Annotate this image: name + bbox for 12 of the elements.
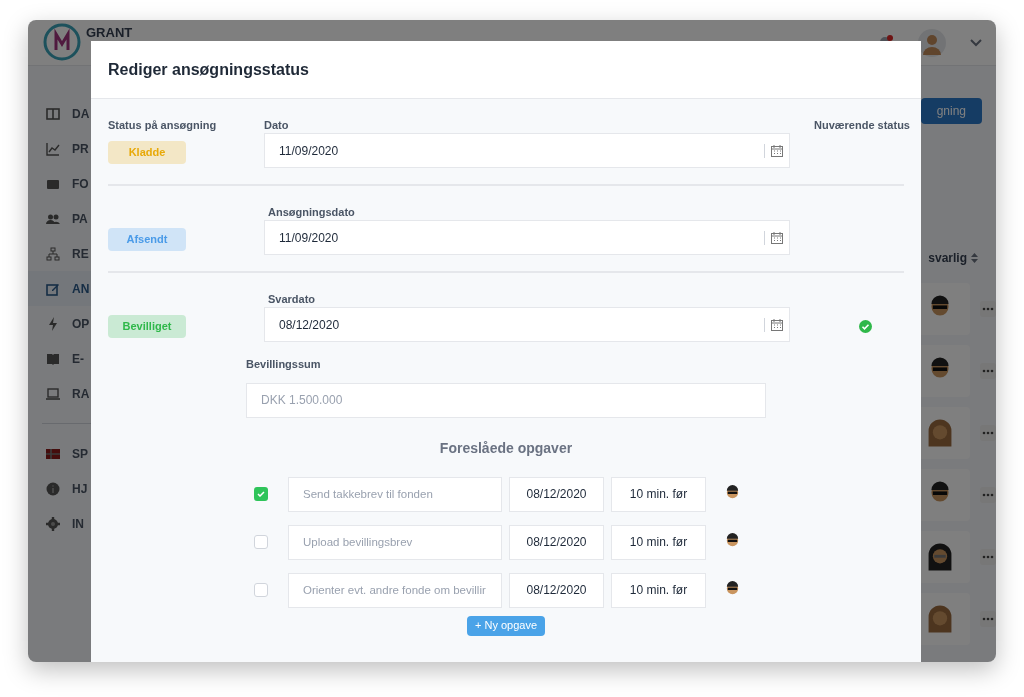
dialog-title: Rediger ansøgningsstatus bbox=[108, 59, 309, 80]
logo-text: GRANT bbox=[86, 26, 133, 39]
status-badge: Kladde bbox=[108, 141, 186, 164]
field-label: Dato bbox=[264, 118, 290, 133]
field-label: Ansøgningsdato bbox=[267, 205, 356, 220]
field-label: Svardato bbox=[267, 292, 317, 307]
field-label: Bevillingssum bbox=[246, 357, 322, 372]
status-badge: Bevilliget bbox=[108, 315, 186, 338]
section-title: Foreslåede opgaver bbox=[438, 438, 574, 458]
column-header: Status på ansøgning bbox=[108, 118, 218, 133]
column-header: Nuværende status bbox=[813, 118, 911, 133]
status-badge: Afsendt bbox=[108, 228, 186, 251]
